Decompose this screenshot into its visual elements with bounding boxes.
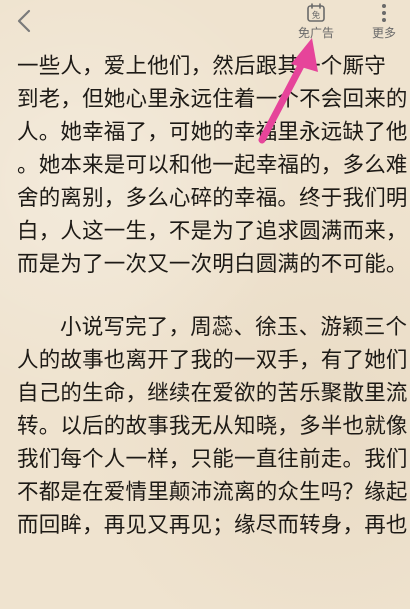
text-line: 到老，但她心里永远住着一个不会回来的	[17, 87, 408, 112]
ad-free-icon: 免	[307, 3, 325, 22]
text-line: 人的故事也离开了我的一双手，有了她们	[17, 348, 408, 373]
more-vertical-icon	[382, 4, 386, 22]
text-line: 不都是在爱情里颠沛流离的众生吗？缘起	[17, 480, 408, 505]
ad-free-label: 免广告	[297, 26, 334, 40]
more-button[interactable]: 更多	[364, 2, 404, 40]
reader-toolbar: 免 免广告 更多	[0, 0, 410, 46]
text-line: 一些人，爱上他们，然后跟其一个厮守	[17, 54, 386, 79]
text-line: 我们每个人一样，只能一直往前走。我们	[17, 447, 408, 472]
reading-text: 一些人，爱上他们，然后跟其一个厮守 到老，但她心里永远住着一个不会回来的 人。她…	[17, 50, 407, 542]
ad-free-button[interactable]: 免 免广告	[293, 2, 339, 40]
text-line: 白，人这一生，不是为了追求圆满而来，	[17, 219, 408, 244]
text-line: 小说写完了，周蕊、徐玉、游颖三个	[60, 315, 408, 340]
text-line: 转。以后的故事我无从知晓，多半也就像	[17, 414, 408, 439]
text-line: 人。她幸福了，可她的幸福里永远缺了他	[17, 120, 408, 145]
more-label: 更多	[371, 26, 396, 40]
back-button[interactable]	[14, 8, 36, 34]
text-line: 而是为了一次又一次明白圆满的不可能。	[17, 252, 408, 277]
text-line: 自己的生命，继续在爱欲的苦乐聚散里流	[17, 381, 408, 406]
ad-free-icon-glyph: 免	[312, 10, 321, 21]
text-line: 而回眸，再见又再见；缘尽而转身，再也	[17, 513, 408, 538]
text-line: 。她本来是可以和他一起幸福的，多么难	[17, 153, 408, 178]
chevron-left-icon	[17, 9, 31, 33]
text-line: 舍的离别，多么心碎的幸福。终于我们明	[17, 186, 408, 211]
